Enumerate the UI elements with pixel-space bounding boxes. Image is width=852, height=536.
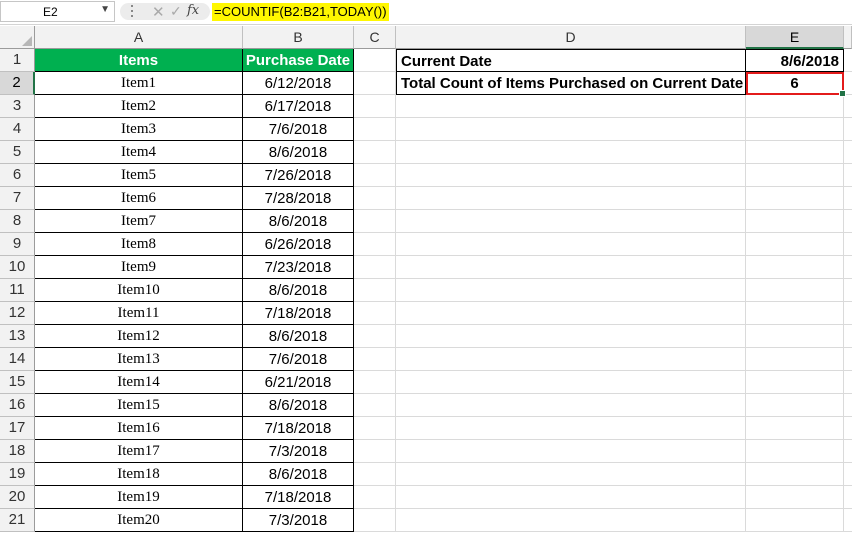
row-header-20[interactable]: 20 <box>0 486 35 509</box>
item-cell[interactable]: Item11 <box>35 302 243 325</box>
date-cell[interactable]: 7/3/2018 <box>243 440 354 463</box>
row-header-5[interactable]: 5 <box>0 141 35 164</box>
item-cell[interactable]: Item14 <box>35 371 243 394</box>
gridline <box>745 49 746 532</box>
column-header-d[interactable]: D <box>396 26 746 49</box>
row-header-16[interactable]: 16 <box>0 394 35 417</box>
date-cell[interactable]: 7/3/2018 <box>243 509 354 532</box>
row-header-8[interactable]: 8 <box>0 210 35 233</box>
date-cell[interactable]: 7/28/2018 <box>243 187 354 210</box>
drag-handle-icon[interactable] <box>126 2 138 21</box>
date-cell[interactable]: 8/6/2018 <box>243 325 354 348</box>
row-header-18[interactable]: 18 <box>0 440 35 463</box>
date-cell[interactable]: 6/17/2018 <box>243 95 354 118</box>
item-cell[interactable]: Item2 <box>35 95 243 118</box>
row-header-21[interactable]: 21 <box>0 509 35 532</box>
date-cell[interactable]: 6/21/2018 <box>243 371 354 394</box>
column-header-b[interactable]: B <box>243 26 354 49</box>
date-cell[interactable]: 7/6/2018 <box>243 348 354 371</box>
column-header-e[interactable]: E <box>746 26 844 49</box>
select-all-button[interactable] <box>0 26 35 49</box>
column-header-a[interactable]: A <box>35 26 243 49</box>
item-cell[interactable]: Item19 <box>35 486 243 509</box>
header-items[interactable]: Items <box>35 49 243 72</box>
date-cell[interactable]: 7/6/2018 <box>243 118 354 141</box>
row-header-9[interactable]: 9 <box>0 233 35 256</box>
formula-bar: E2 ▼ ✕ ✓ fx =COUNTIF(B2:B21,TODAY()) <box>0 0 852 25</box>
name-box-value: E2 <box>43 5 58 19</box>
item-cell[interactable]: Item17 <box>35 440 243 463</box>
row-header-19[interactable]: 19 <box>0 463 35 486</box>
row-header-17[interactable]: 17 <box>0 417 35 440</box>
current-date-label[interactable]: Current Date <box>396 49 746 72</box>
date-cell[interactable]: 6/26/2018 <box>243 233 354 256</box>
date-cell[interactable]: 8/6/2018 <box>243 463 354 486</box>
item-cell[interactable]: Item13 <box>35 348 243 371</box>
name-box[interactable]: E2 ▼ <box>0 1 115 22</box>
item-cell[interactable]: Item15 <box>35 394 243 417</box>
date-cell[interactable]: 7/18/2018 <box>243 417 354 440</box>
date-cell[interactable]: 6/12/2018 <box>243 72 354 95</box>
row-header-10[interactable]: 10 <box>0 256 35 279</box>
fill-handle[interactable] <box>839 90 846 97</box>
row-header-15[interactable]: 15 <box>0 371 35 394</box>
date-cell[interactable]: 7/18/2018 <box>243 302 354 325</box>
item-cell[interactable]: Item1 <box>35 72 243 95</box>
header-purchase-date[interactable]: Purchase Date <box>243 49 354 72</box>
gridline <box>843 49 844 532</box>
item-cell[interactable]: Item5 <box>35 164 243 187</box>
active-cell-highlight <box>746 72 846 97</box>
row-header-11[interactable]: 11 <box>0 279 35 302</box>
item-cell[interactable]: Item6 <box>35 187 243 210</box>
date-cell[interactable]: 7/18/2018 <box>243 486 354 509</box>
gridline <box>395 49 396 532</box>
cancel-icon[interactable]: ✕ <box>152 3 165 21</box>
row-header-3[interactable]: 3 <box>0 95 35 118</box>
date-cell[interactable]: 8/6/2018 <box>243 279 354 302</box>
current-date-value[interactable]: 8/6/2018 <box>746 49 844 72</box>
column-header-overflow <box>844 26 852 49</box>
column-header-c[interactable]: C <box>354 26 396 49</box>
date-cell[interactable]: 7/26/2018 <box>243 164 354 187</box>
item-cell[interactable]: Item9 <box>35 256 243 279</box>
item-cell[interactable]: Item10 <box>35 279 243 302</box>
item-cell[interactable]: Item18 <box>35 463 243 486</box>
row-header-4[interactable]: 4 <box>0 118 35 141</box>
insert-function-button[interactable]: fx <box>187 3 199 18</box>
select-all-triangle-icon <box>22 36 32 46</box>
formula-input[interactable]: =COUNTIF(B2:B21,TODAY()) <box>212 3 389 21</box>
chevron-down-icon[interactable]: ▼ <box>100 4 110 15</box>
item-cell[interactable]: Item7 <box>35 210 243 233</box>
enter-icon[interactable]: ✓ <box>170 3 182 20</box>
item-cell[interactable]: Item12 <box>35 325 243 348</box>
row-header-2[interactable]: 2 <box>0 72 35 95</box>
item-cell[interactable]: Item4 <box>35 141 243 164</box>
row-header-1[interactable]: 1 <box>0 49 35 72</box>
item-cell[interactable]: Item16 <box>35 417 243 440</box>
row-header-6[interactable]: 6 <box>0 164 35 187</box>
row-header-13[interactable]: 13 <box>0 325 35 348</box>
item-cell[interactable]: Item8 <box>35 233 243 256</box>
date-cell[interactable]: 8/6/2018 <box>243 210 354 233</box>
date-cell[interactable]: 8/6/2018 <box>243 141 354 164</box>
date-cell[interactable]: 8/6/2018 <box>243 394 354 417</box>
item-cell[interactable]: Item20 <box>35 509 243 532</box>
row-header-14[interactable]: 14 <box>0 348 35 371</box>
count-label[interactable]: Total Count of Items Purchased on Curren… <box>396 72 746 95</box>
row-header-7[interactable]: 7 <box>0 187 35 210</box>
item-cell[interactable]: Item3 <box>35 118 243 141</box>
row-header-12[interactable]: 12 <box>0 302 35 325</box>
date-cell[interactable]: 7/23/2018 <box>243 256 354 279</box>
